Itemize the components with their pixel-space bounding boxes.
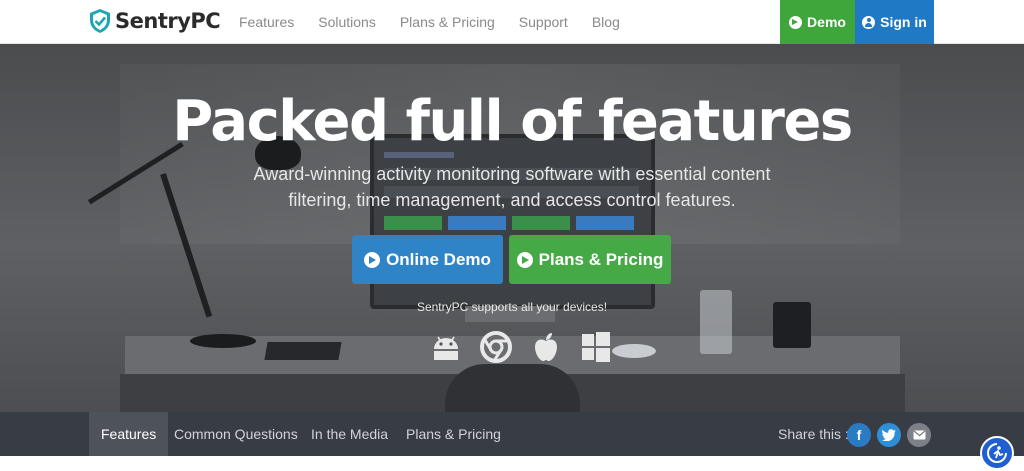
tab-in-the-media[interactable]: In the Media — [311, 412, 388, 456]
office-chair — [445, 364, 580, 412]
arrow-circle-icon — [789, 15, 803, 29]
sign-in-button[interactable]: Sign in — [855, 0, 934, 44]
android-icon — [428, 330, 464, 364]
twitter-icon[interactable] — [877, 423, 901, 447]
accessibility-icon[interactable] — [980, 436, 1014, 470]
tab-common-questions[interactable]: Common Questions — [174, 412, 298, 456]
demo-button[interactable]: Demo — [780, 0, 855, 44]
arrow-circle-icon — [516, 251, 533, 268]
hero-section: Packed full of features Award-winning ac… — [0, 44, 1024, 412]
nav-item-support[interactable]: Support — [519, 14, 568, 30]
section-nav: Features Common Questions In the Media P… — [0, 412, 1024, 456]
nav-item-solutions[interactable]: Solutions — [318, 14, 376, 30]
top-navbar: SentryPC Features Solutions Plans & Pric… — [0, 0, 1024, 44]
supports-text: SentryPC supports all your devices! — [416, 300, 608, 314]
share-label: Share this : — [778, 426, 849, 442]
facebook-icon[interactable]: f — [847, 423, 871, 447]
email-icon[interactable] — [907, 423, 931, 447]
hero-subtitle: Award-winning activity monitoring softwa… — [253, 164, 771, 210]
arrow-circle-icon — [364, 251, 381, 268]
main-nav: Features Solutions Plans & Pricing Suppo… — [239, 14, 644, 30]
logo[interactable]: SentryPC — [89, 8, 221, 34]
nav-item-blog[interactable]: Blog — [592, 14, 620, 30]
nav-item-plans-pricing[interactable]: Plans & Pricing — [400, 14, 495, 30]
logo-text: SentryPC — [115, 9, 221, 33]
page-content-start — [0, 456, 1024, 471]
demo-button-label: Demo — [807, 14, 846, 30]
windows-icon — [578, 330, 614, 364]
user-circle-icon — [862, 15, 876, 29]
plans-pricing-label: Plans & Pricing — [538, 249, 664, 269]
sign-in-button-label: Sign in — [880, 14, 927, 30]
online-demo-label: Online Demo — [386, 249, 491, 269]
lamp-base — [190, 334, 256, 348]
plans-pricing-button[interactable]: Plans & Pricing — [509, 235, 671, 284]
nav-item-features[interactable]: Features — [239, 14, 294, 30]
tab-features[interactable]: Features — [89, 412, 169, 456]
tab-plans-pricing[interactable]: Plans & Pricing — [406, 412, 501, 456]
online-demo-button[interactable]: Online Demo — [352, 235, 503, 284]
notebook — [264, 342, 342, 360]
shield-logo-icon — [90, 9, 110, 33]
chrome-icon — [478, 330, 514, 364]
device-icons — [428, 330, 628, 364]
hero-title: Packed full of features — [172, 89, 853, 154]
apple-icon — [528, 330, 564, 364]
